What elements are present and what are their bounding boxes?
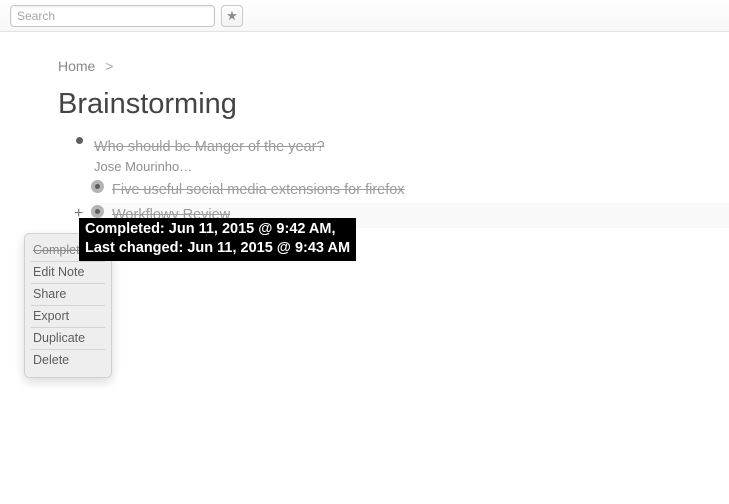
list-item[interactable]: Who should be Manger of the year? xyxy=(72,135,729,160)
menu-item-duplicate[interactable]: Duplicate xyxy=(31,328,105,350)
menu-item-share[interactable]: Share xyxy=(31,284,105,306)
item-text[interactable]: Who should be Manger of the year? xyxy=(94,137,325,158)
menu-item-export[interactable]: Export xyxy=(31,306,105,328)
bullet-expand-icon[interactable] xyxy=(90,205,104,218)
star-button[interactable]: ★ xyxy=(221,5,243,27)
active-item-wrapper: + Workflowy Review Completed: Jun 11, 20… xyxy=(58,203,729,228)
bullet-expand-icon[interactable] xyxy=(90,180,104,193)
menu-item-edit-note[interactable]: Edit Note xyxy=(31,262,105,284)
page-title[interactable]: Brainstorming xyxy=(58,88,729,121)
timestamp-tooltip: Completed: Jun 11, 2015 @ 9:42 AM, Last … xyxy=(79,218,356,261)
bullet-icon[interactable] xyxy=(72,137,86,144)
menu-item-delete[interactable]: Delete xyxy=(31,350,105,371)
tooltip-line-changed: Last changed: Jun 11, 2015 @ 9:43 AM xyxy=(85,239,350,258)
outline-list: Who should be Manger of the year? Jose M… xyxy=(58,135,729,228)
item-note[interactable]: Jose Mourinho… xyxy=(94,159,729,174)
item-text[interactable]: Five useful social media extensions for … xyxy=(112,180,405,201)
breadcrumb: Home > xyxy=(58,58,729,74)
star-icon: ★ xyxy=(226,8,238,24)
tooltip-line-completed: Completed: Jun 11, 2015 @ 9:42 AM, xyxy=(85,220,350,239)
search-input[interactable] xyxy=(10,5,215,27)
content-area: Home > Brainstorming Who should be Mange… xyxy=(0,32,729,228)
list-item[interactable]: Five useful social media extensions for … xyxy=(90,178,729,203)
breadcrumb-home[interactable]: Home xyxy=(58,58,95,74)
top-toolbar: ★ xyxy=(0,0,729,32)
breadcrumb-separator: > xyxy=(105,58,113,74)
